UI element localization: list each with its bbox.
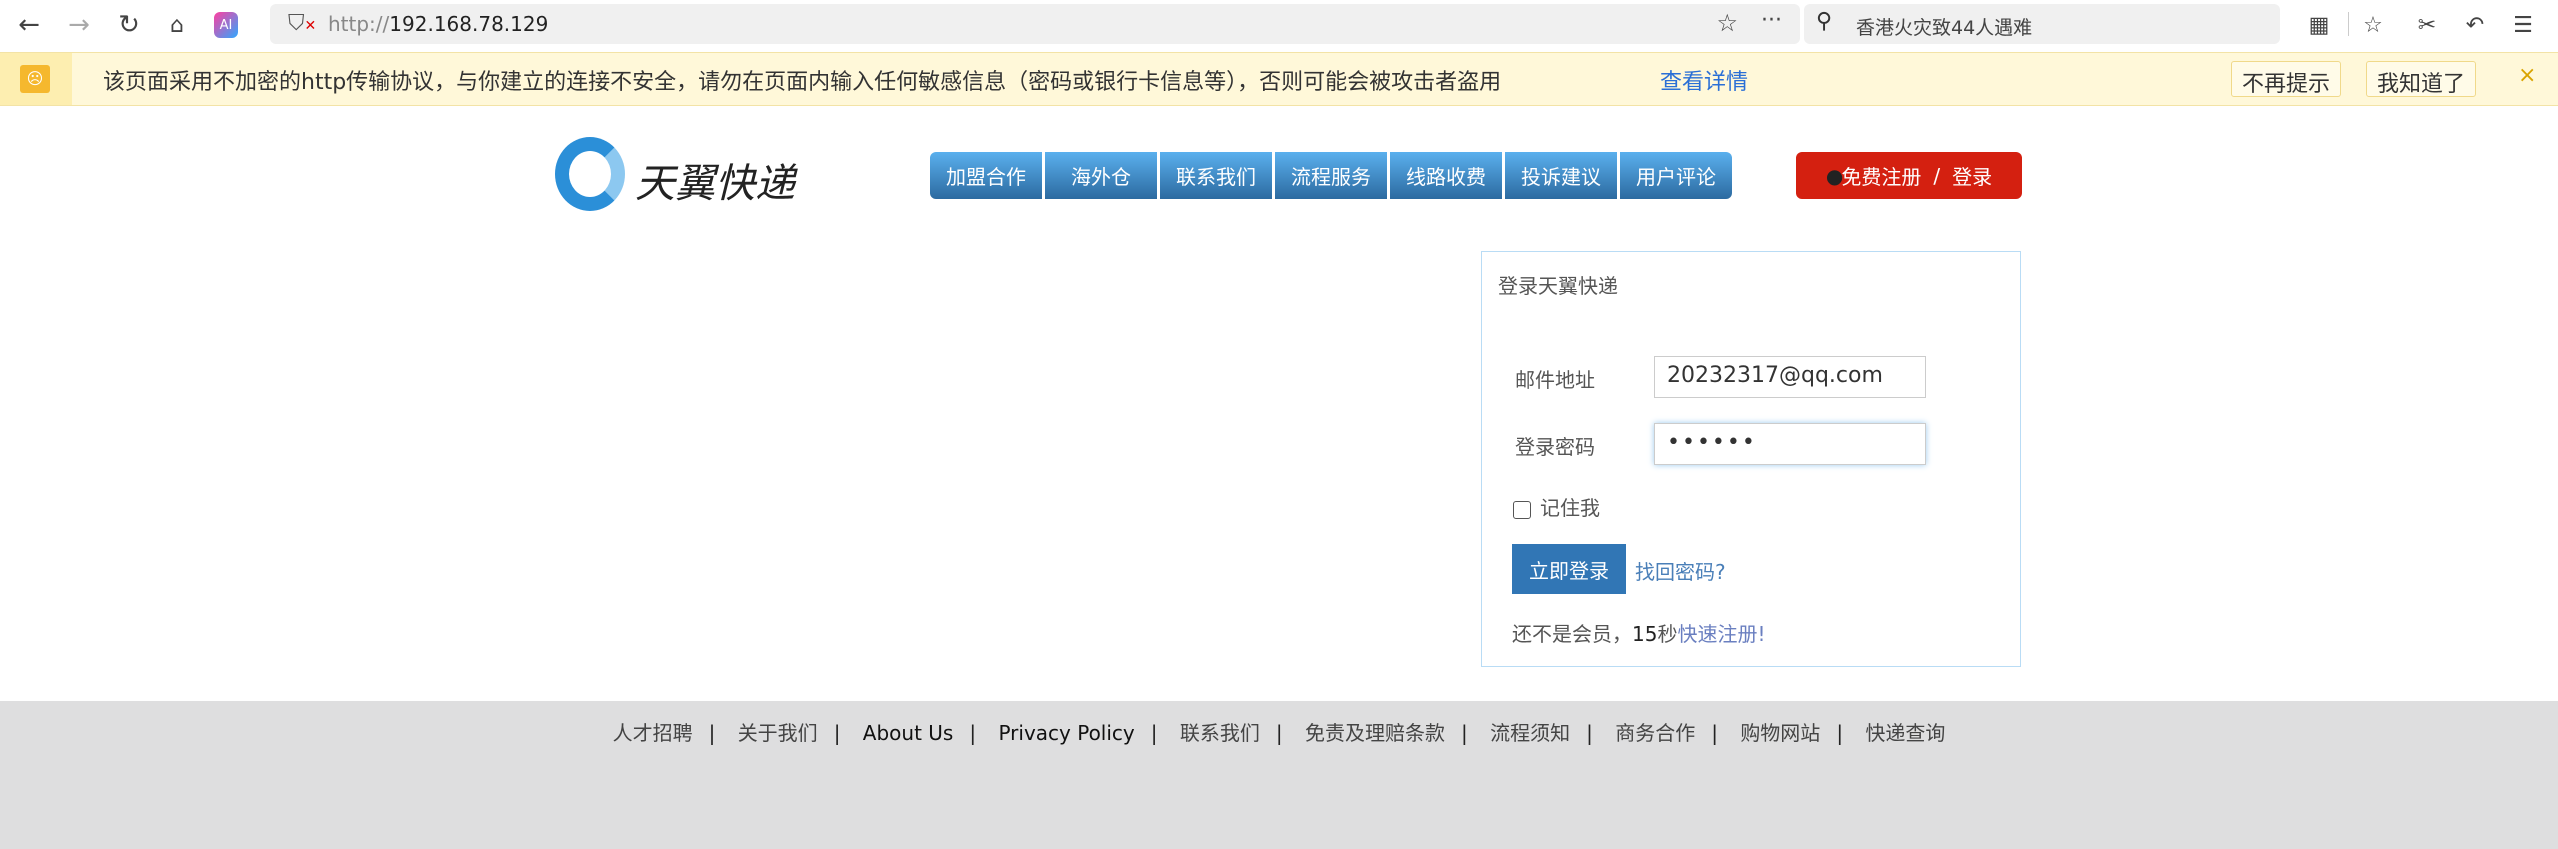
toolbar-divider — [2348, 12, 2349, 36]
back-icon[interactable]: ← — [12, 8, 46, 42]
url-host: 192.168.78.129 — [389, 12, 549, 36]
nav-complaints[interactable]: 投诉建议 — [1505, 152, 1617, 199]
site-logo[interactable]: 天翼快递 — [555, 135, 805, 213]
footer-link-careers[interactable]: 人才招聘 — [613, 721, 693, 745]
footer-link-about-cn[interactable]: 关于我们 — [738, 721, 818, 745]
separator: | — [1460, 721, 1468, 745]
main-nav: 加盟合作 海外仓 联系我们 流程服务 线路收费 投诉建议 用户评论 — [930, 152, 1732, 199]
menu-icon[interactable]: ☰ — [2506, 8, 2540, 42]
search-box[interactable]: ⚲ 香港火灾致44人遇难 — [1804, 4, 2280, 44]
login-link[interactable]: 登录 — [1952, 161, 1992, 190]
separator: | — [1275, 721, 1283, 745]
email-label: 邮件地址 — [1515, 368, 1595, 392]
search-text[interactable]: 香港火灾致44人遇难 — [1856, 13, 2032, 40]
warning-message: 该页面采用不加密的http传输协议，与你建立的连接不安全，请勿在页面内输入任何敏… — [103, 70, 1502, 95]
logo-text: 天翼快递 — [635, 161, 795, 207]
login-panel: 登录天翼快递 邮件地址 20232317@qq.com 登录密码 •••••• … — [1481, 251, 2021, 667]
home-icon[interactable]: ⌂ — [160, 8, 194, 42]
password-label: 登录密码 — [1515, 435, 1595, 459]
url-text[interactable]: http://192.168.78.129 — [328, 12, 548, 36]
separator: | — [833, 721, 841, 745]
register-login-bar: ● 免费注册 / 登录 — [1796, 152, 2022, 199]
insecure-shield-icon[interactable]: ⛉✕ — [288, 11, 316, 36]
warning-icon: ☹ — [20, 65, 50, 93]
footer-link-disclaimer[interactable]: 免责及理赔条款 — [1305, 721, 1445, 745]
favorites-icon[interactable]: ☆ — [2356, 8, 2390, 42]
forward-icon[interactable]: → — [62, 8, 96, 42]
not-member-text: 还不是会员， — [1512, 622, 1632, 646]
nav-pricing[interactable]: 线路收费 — [1390, 152, 1502, 199]
slash-separator: / — [1933, 163, 1941, 188]
nav-franchise[interactable]: 加盟合作 — [930, 152, 1042, 199]
nav-process[interactable]: 流程服务 — [1275, 152, 1387, 199]
exclaim: ! — [1757, 622, 1766, 646]
remember-checkbox[interactable] — [1513, 501, 1531, 519]
footer-link-contact[interactable]: 联系我们 — [1180, 721, 1260, 745]
separator: | — [1150, 721, 1158, 745]
register-prompt: 还不是会员，15秒快速注册! — [1512, 618, 1765, 647]
logo-swirl-icon — [555, 137, 625, 211]
separator: | — [1711, 721, 1718, 745]
apps-grid-icon[interactable]: ▦ — [2302, 8, 2336, 42]
nav-overseas-warehouse[interactable]: 海外仓 — [1045, 152, 1157, 199]
quick-register-link[interactable]: 快速注册 — [1677, 622, 1757, 646]
browser-toolbar: ← → ↻ ⌂ AI ⛉✕ http://192.168.78.129 ☆ ··… — [0, 0, 2558, 52]
footer-link-tracking[interactable]: 快递查询 — [1865, 721, 1945, 745]
footer-link-business[interactable]: 商务合作 — [1615, 721, 1695, 745]
login-title: 登录天翼快递 — [1498, 274, 1618, 298]
footer-link-process[interactable]: 流程须知 — [1490, 721, 1570, 745]
footer-link-shopping[interactable]: 购物网站 — [1740, 721, 1820, 745]
remember-label[interactable]: 记住我 — [1540, 492, 1600, 521]
forgot-password-link[interactable]: 找回密码? — [1635, 556, 1726, 585]
undo-icon[interactable]: ↶ — [2458, 8, 2492, 42]
url-protocol: http:// — [328, 12, 390, 36]
address-bar[interactable]: ⛉✕ http://192.168.78.129 ☆ ··· — [270, 4, 1800, 44]
footer-link-privacy[interactable]: Privacy Policy — [998, 721, 1134, 745]
password-field[interactable]: •••••• — [1654, 423, 1926, 465]
security-warning-bar: ☹ 该页面采用不加密的http传输协议，与你建立的连接不安全，请勿在页面内输入任… — [0, 52, 2558, 106]
footer-link-about-us[interactable]: About Us — [863, 721, 954, 745]
reload-icon[interactable]: ↻ — [112, 8, 146, 42]
more-icon[interactable]: ··· — [1761, 8, 1782, 33]
footer: 人才招聘 | 关于我们 | About Us | Privacy Policy | 联系… — [0, 701, 2558, 849]
seconds-unit: 秒 — [1657, 622, 1678, 646]
separator: | — [969, 721, 977, 745]
search-icon: ⚲ — [1816, 9, 1833, 34]
separator: | — [708, 721, 716, 745]
bookmark-star-icon[interactable]: ☆ — [1716, 9, 1738, 37]
login-submit-button[interactable]: 立即登录 — [1512, 544, 1626, 594]
ai-icon[interactable]: AI — [214, 12, 238, 38]
separator: | — [1836, 721, 1844, 745]
details-link[interactable]: 查看详情 — [1660, 64, 1748, 96]
scissors-icon[interactable]: ✂ — [2410, 8, 2444, 42]
separator: | — [1586, 721, 1593, 745]
seconds-number: 15 — [1632, 622, 1658, 646]
got-it-button[interactable]: 我知道了 — [2366, 61, 2477, 97]
warning-icon-bg: ☹ — [0, 53, 72, 105]
nav-contact[interactable]: 联系我们 — [1160, 152, 1272, 199]
email-field[interactable]: 20232317@qq.com — [1654, 356, 1926, 398]
close-icon[interactable]: × — [2518, 63, 2536, 88]
dont-remind-button[interactable]: 不再提示 — [2231, 61, 2342, 97]
register-link[interactable]: 免费注册 — [1841, 161, 1921, 190]
footer-links: 人才招聘 | 关于我们 | About Us | Privacy Policy | 联系… — [0, 717, 2558, 746]
nav-reviews[interactable]: 用户评论 — [1620, 152, 1732, 199]
